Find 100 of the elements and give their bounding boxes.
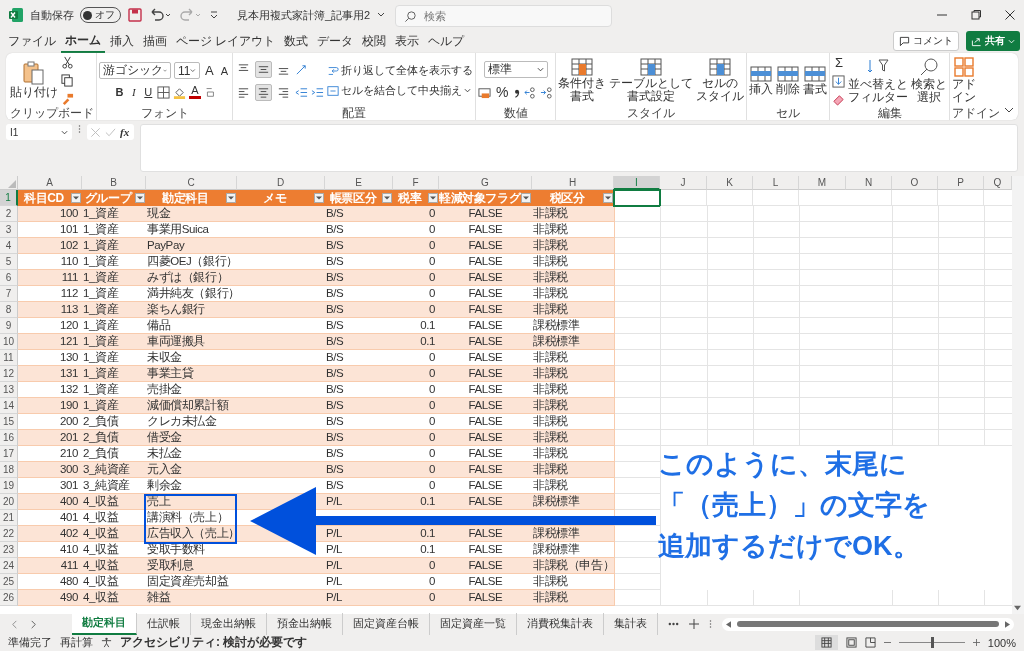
row-header[interactable]: 3 [0, 222, 18, 238]
chevron-down-icon[interactable] [1004, 105, 1014, 115]
sheet-tab[interactable]: 仕訳帳 [137, 613, 191, 635]
filter-button[interactable] [71, 193, 81, 203]
menu-tab[interactable]: 校閲 [358, 30, 391, 52]
decrease-decimal-icon[interactable] [540, 85, 554, 99]
menu-tab[interactable]: 表示 [391, 30, 424, 52]
sheet-tab[interactable]: 集計表 [604, 613, 658, 635]
column-header[interactable]: D [237, 176, 325, 190]
scroll-right-icon[interactable] [1005, 620, 1010, 628]
row-header[interactable]: 7 [0, 286, 18, 302]
column-header[interactable]: Q [984, 176, 1012, 190]
name-box[interactable]: I1 [6, 124, 72, 140]
sheet-tab[interactable]: 固定資産台帳 [343, 613, 430, 635]
row-header[interactable]: 22 [0, 526, 18, 542]
close-icon[interactable] [1004, 9, 1016, 21]
customize-caret-icon[interactable] [209, 10, 219, 20]
percent-button[interactable]: % [494, 84, 511, 100]
shrink-font-button[interactable]: A [218, 64, 230, 77]
eraser-icon[interactable] [832, 93, 846, 106]
scroll-left-icon[interactable] [726, 620, 731, 628]
style-button[interactable]: セルの スタイル [696, 56, 745, 105]
autosum-button[interactable]: Σ [832, 55, 845, 70]
paste-button[interactable]: 貼り付け [10, 60, 58, 101]
vertical-scrollbar[interactable] [1012, 176, 1024, 614]
font-style-button[interactable]: U [142, 86, 155, 98]
row-header[interactable]: 23 [0, 542, 18, 558]
row-header[interactable]: 26 [0, 590, 18, 606]
normal-view-icon[interactable] [814, 635, 838, 650]
font-name-dropdown[interactable]: 游ゴシック [99, 62, 171, 79]
merge-center-button[interactable]: セルを結合して中央揃え [327, 83, 473, 98]
row-header[interactable]: 16 [0, 430, 18, 446]
page-break-icon[interactable] [864, 637, 876, 648]
column-header[interactable]: H [532, 176, 614, 190]
column-header[interactable]: F [393, 176, 439, 190]
decrease-indent-icon[interactable] [295, 85, 308, 99]
fill-color-icon[interactable] [173, 85, 187, 99]
selected-cell[interactable] [613, 189, 661, 207]
number-format-dropdown[interactable]: 標準 [483, 61, 548, 78]
row-header[interactable]: 14 [0, 398, 18, 414]
style-button[interactable]: テーブルとして 書式設定 [609, 56, 694, 105]
column-header[interactable]: B [82, 176, 146, 190]
font-size-dropdown[interactable]: 11 [174, 62, 200, 79]
wrap-text-button[interactable]: 折り返して全体を表示する [327, 63, 473, 78]
filter-button[interactable] [521, 193, 531, 203]
add-ins-button[interactable]: アド イン [952, 55, 977, 106]
column-header[interactable]: O [892, 176, 938, 190]
filter-button[interactable] [428, 193, 438, 203]
borders-icon[interactable] [157, 85, 171, 99]
document-title[interactable]: 見本用複式家計簿_記事用2 [237, 7, 371, 23]
row-header[interactable]: 4 [0, 238, 18, 254]
insert-function-button[interactable]: fx [120, 126, 130, 138]
fill-down-icon[interactable] [832, 75, 846, 88]
cells-button[interactable]: 削除 [776, 63, 801, 98]
row-header[interactable]: 10 [0, 334, 18, 350]
copy-icon[interactable] [61, 74, 74, 87]
menu-tab[interactable]: ヘルプ [424, 30, 469, 52]
currency-icon[interactable] [478, 85, 491, 99]
zoom-level[interactable]: 100% [987, 636, 1016, 649]
comment-button[interactable]: コメント [893, 31, 959, 51]
column-header[interactable]: J [660, 176, 707, 190]
row-header[interactable]: 15 [0, 414, 18, 430]
add-sheet-icon[interactable] [689, 619, 699, 629]
page-layout-icon[interactable] [845, 637, 857, 648]
filter-button[interactable] [135, 193, 145, 203]
row-header[interactable]: 21 [0, 510, 18, 526]
column-header[interactable]: N [846, 176, 892, 190]
zoom-in-icon[interactable] [972, 639, 980, 646]
check-icon[interactable] [105, 126, 116, 138]
style-button[interactable]: 条件付き 書式 [558, 56, 607, 105]
scroll-down-icon[interactable] [1014, 604, 1021, 611]
filter-button[interactable] [226, 193, 236, 203]
filter-button[interactable] [603, 193, 613, 203]
more-options-icon[interactable] [709, 619, 712, 629]
row-header[interactable]: 25 [0, 574, 18, 590]
menu-tab[interactable]: 描画 [139, 30, 171, 52]
sheet-tab[interactable]: 預金出納帳 [267, 613, 343, 635]
column-header[interactable]: L [753, 176, 799, 190]
share-button[interactable]: 共有 [966, 31, 1020, 51]
font-style-button[interactable]: B [113, 86, 126, 98]
more-options-icon[interactable] [78, 124, 81, 134]
row-header[interactable]: 9 [0, 318, 18, 334]
row-header[interactable]: 2 [0, 206, 18, 222]
format-painter-icon[interactable] [61, 92, 74, 105]
row-header[interactable]: 20 [0, 494, 18, 510]
accessibility-icon[interactable] [101, 637, 112, 648]
font-style-button[interactable]: I [128, 86, 140, 98]
sheet-tab[interactable]: 勘定科目 [72, 613, 137, 635]
row-header[interactable]: 19 [0, 478, 18, 494]
column-header[interactable]: C [146, 176, 237, 190]
save-icon[interactable] [127, 7, 143, 23]
column-header[interactable]: G [439, 176, 532, 190]
orientation-icon[interactable] [295, 62, 308, 76]
chevron-right-icon[interactable] [29, 619, 38, 629]
row-header[interactable]: 12 [0, 366, 18, 382]
vertical-align-button[interactable] [255, 60, 272, 78]
scroll-thumb[interactable] [737, 621, 999, 627]
menu-tab[interactable]: ファイル [4, 30, 60, 52]
row-header[interactable]: 17 [0, 446, 18, 462]
increase-indent-icon[interactable] [311, 85, 324, 99]
